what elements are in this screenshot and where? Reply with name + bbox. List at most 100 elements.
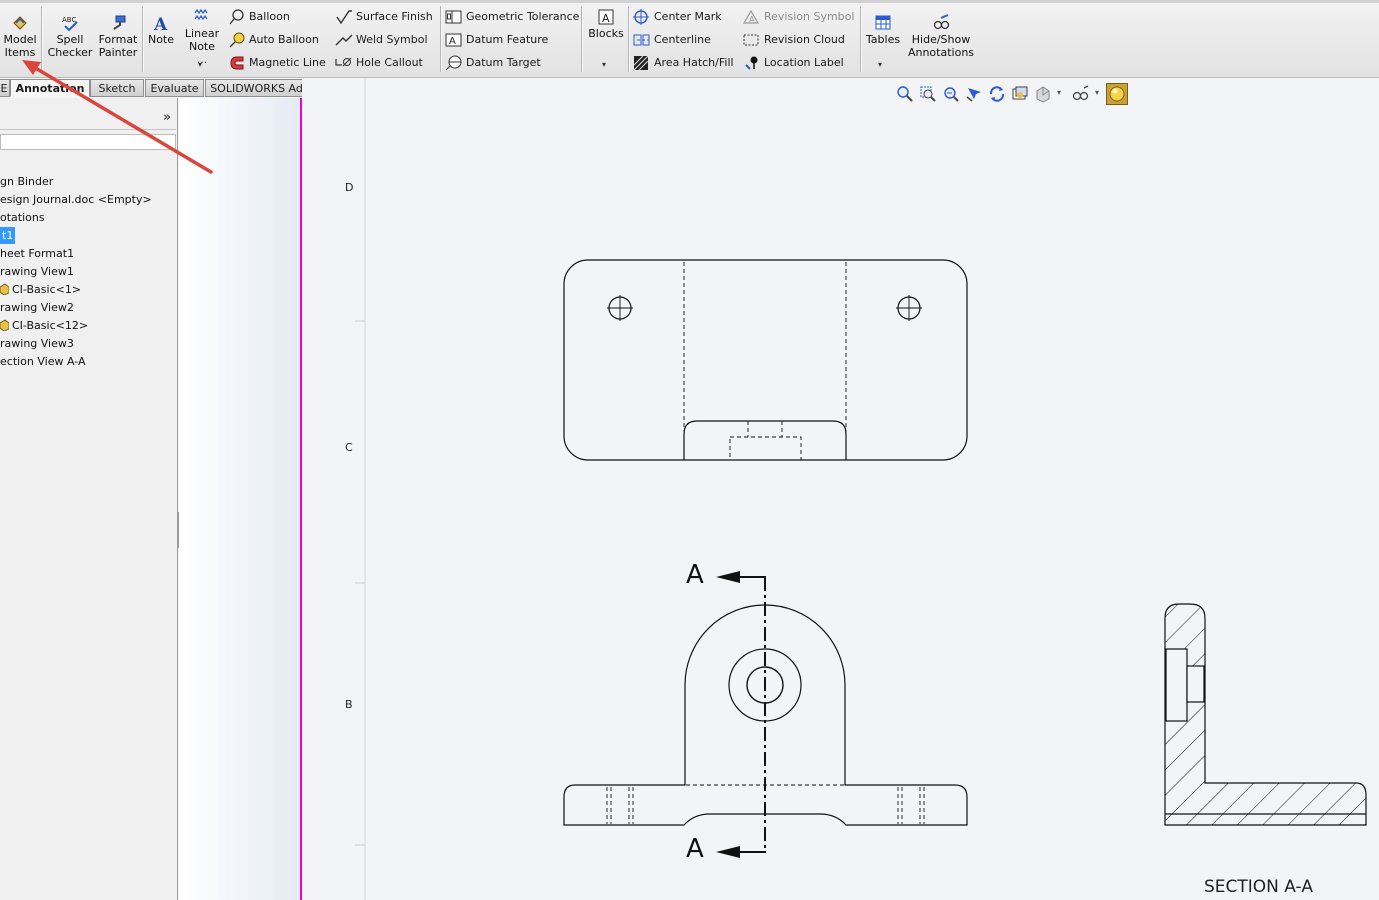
note-button[interactable]: A Note xyxy=(146,14,176,46)
linear-note-button[interactable]: Linear Note ... xyxy=(182,8,222,66)
hide-show-annotations-label: Hide/Show Annotations xyxy=(907,33,975,59)
tables-dropdown-arrow[interactable]: ▾ xyxy=(878,60,882,69)
rebuild-icon[interactable] xyxy=(988,85,1006,103)
revision-symbol-label: Revision Symbol xyxy=(764,10,855,23)
dropdown-arrow-icon[interactable]: ▾ xyxy=(1095,88,1099,97)
svg-text:A: A xyxy=(602,12,610,25)
section-view-a-a[interactable] xyxy=(1164,603,1367,826)
zoom-to-fit-icon[interactable] xyxy=(896,85,914,103)
display-style-icon[interactable] xyxy=(1011,85,1029,103)
tree-item-label: CI-Basic<12> xyxy=(12,319,89,332)
solidworks-window: Model Items ABC Spell Checker Format Pai… xyxy=(0,0,1379,900)
hidden-pocket xyxy=(729,436,802,461)
centerline-icon xyxy=(633,34,650,46)
tables-button[interactable]: Tables xyxy=(864,14,902,46)
model-items-button[interactable]: Model Items xyxy=(2,14,38,59)
revision-cloud-icon xyxy=(743,34,759,46)
tree-item-label: CI-Basic<1> xyxy=(12,283,82,296)
format-painter-button[interactable]: Format Painter xyxy=(96,14,140,59)
linear-note-dropdown-arrow[interactable]: ▾ xyxy=(198,60,202,69)
section-letter-bottom: A xyxy=(686,834,704,864)
ribbon-top-edge xyxy=(0,0,1379,3)
tree-item-drawing-view2[interactable]: rawing View2 xyxy=(0,299,74,316)
tree-item-drawing-view3[interactable]: rawing View3 xyxy=(0,335,74,352)
section-arrow-bottom: A xyxy=(686,834,766,864)
blocks-button[interactable]: A Blocks xyxy=(586,8,626,40)
location-label-label: Location Label xyxy=(764,56,844,69)
datum-target-label: Datum Target xyxy=(466,56,541,69)
drawing-sheet[interactable]: D C B A A SECTION A-A xyxy=(302,78,1379,900)
format-painter-icon xyxy=(113,15,126,30)
blocks-dropdown-arrow[interactable]: ▾ xyxy=(602,60,606,69)
ribbon-separator xyxy=(581,6,582,72)
revision-symbol-icon: A xyxy=(743,9,760,24)
tree-item-drawing-view1[interactable]: rawing View1 xyxy=(0,263,74,280)
tab-e[interactable]: E xyxy=(0,79,10,97)
hole-callout-icon xyxy=(335,57,352,67)
slot-outline xyxy=(683,420,847,460)
tab-annotation[interactable]: Annotation xyxy=(10,79,90,97)
appearance-sphere-icon xyxy=(1109,86,1125,102)
magnetic-line-label: Magnetic Line xyxy=(249,56,326,69)
tree-item-ci-basic-1[interactable]: CI-Basic<1> xyxy=(0,281,81,298)
zoom-to-area-icon[interactable] xyxy=(919,85,937,103)
expand-chevrons-icon[interactable]: » xyxy=(163,110,171,125)
tree-item-section-view-a-a[interactable]: ection View A-A xyxy=(0,353,86,370)
hide-show-annotations-button[interactable]: Hide/Show Annotations xyxy=(904,14,978,59)
table-icon xyxy=(875,15,891,30)
section-letter-top: A xyxy=(686,560,704,590)
tree-item-sheet1[interactable]: t1 xyxy=(0,227,16,244)
hole-left xyxy=(607,295,633,321)
heads-up-view-toolbar: ▾ ▾ xyxy=(896,83,1132,105)
ribbon-separator xyxy=(628,6,629,72)
geometric-tolerance-label: Geometric Tolerance xyxy=(466,10,580,23)
surface-finish-label: Surface Finish xyxy=(356,10,433,23)
zone-label-c: C xyxy=(345,441,353,454)
balloon-icon xyxy=(229,9,244,25)
geometric-tolerance-icon xyxy=(445,10,462,24)
tree-item-design-binder[interactable]: gn Binder xyxy=(0,173,53,190)
center-mark-label: Center Mark xyxy=(654,10,722,23)
blocks-label: Blocks xyxy=(588,27,624,40)
top-view[interactable] xyxy=(563,259,968,461)
front-view[interactable] xyxy=(563,577,968,852)
dropdown-arrow-icon[interactable]: ▾ xyxy=(1057,88,1061,97)
annotation-ribbon: Model Items ABC Spell Checker Format Pai… xyxy=(0,0,1379,78)
tab-evaluate[interactable]: Evaluate xyxy=(145,79,204,97)
ribbon-separator xyxy=(142,6,143,72)
model-items-label: Model Items xyxy=(3,33,37,59)
area-hatch-icon xyxy=(633,55,649,71)
note-icon: A xyxy=(153,15,168,32)
tab-sketch[interactable]: Sketch xyxy=(90,79,144,97)
datum-feature-icon: A xyxy=(445,33,462,47)
model-items-icon xyxy=(13,16,27,30)
tree-item-design-journal[interactable]: esign Journal.doc <Empty> xyxy=(0,191,152,208)
spell-checker-icon: ABC xyxy=(62,16,78,32)
section-hatched-body xyxy=(1164,603,1367,826)
linear-note-icon xyxy=(194,8,208,21)
tree-item-ci-basic-12[interactable]: CI-Basic<12> xyxy=(0,317,88,334)
top-view-outline xyxy=(563,259,968,461)
pan-icon[interactable] xyxy=(965,85,983,103)
auto-balloon-icon xyxy=(229,32,245,48)
ribbon-separator xyxy=(860,6,861,72)
view-glasses-icon[interactable] xyxy=(1072,85,1090,103)
svg-text:ABC: ABC xyxy=(62,16,76,24)
location-pin-icon xyxy=(745,56,758,70)
zone-label-b: B xyxy=(345,698,353,711)
section-bore-cut xyxy=(1165,648,1188,722)
hide-show-items-icon[interactable] xyxy=(1034,85,1052,103)
section-caption: SECTION A-A xyxy=(1204,877,1313,897)
zone-label-d: D xyxy=(345,181,353,194)
tree-filter-field[interactable] xyxy=(0,134,176,150)
balloon-label: Balloon xyxy=(249,10,290,23)
drawing-canvas: D C B A A SECTION A-A xyxy=(345,78,1367,900)
previous-view-icon[interactable] xyxy=(942,85,960,103)
appearance-button[interactable] xyxy=(1106,83,1128,105)
part-icon xyxy=(0,319,9,331)
tree-item-sheet-format1[interactable]: heet Format1 xyxy=(0,245,74,262)
spell-checker-button[interactable]: ABC Spell Checker xyxy=(46,14,94,59)
centerline-label: Centerline xyxy=(654,33,711,46)
tree-item-annotations[interactable]: otations xyxy=(0,209,45,226)
feature-manager-panel: » gn Binder esign Journal.doc <Empty> ot… xyxy=(0,98,178,900)
